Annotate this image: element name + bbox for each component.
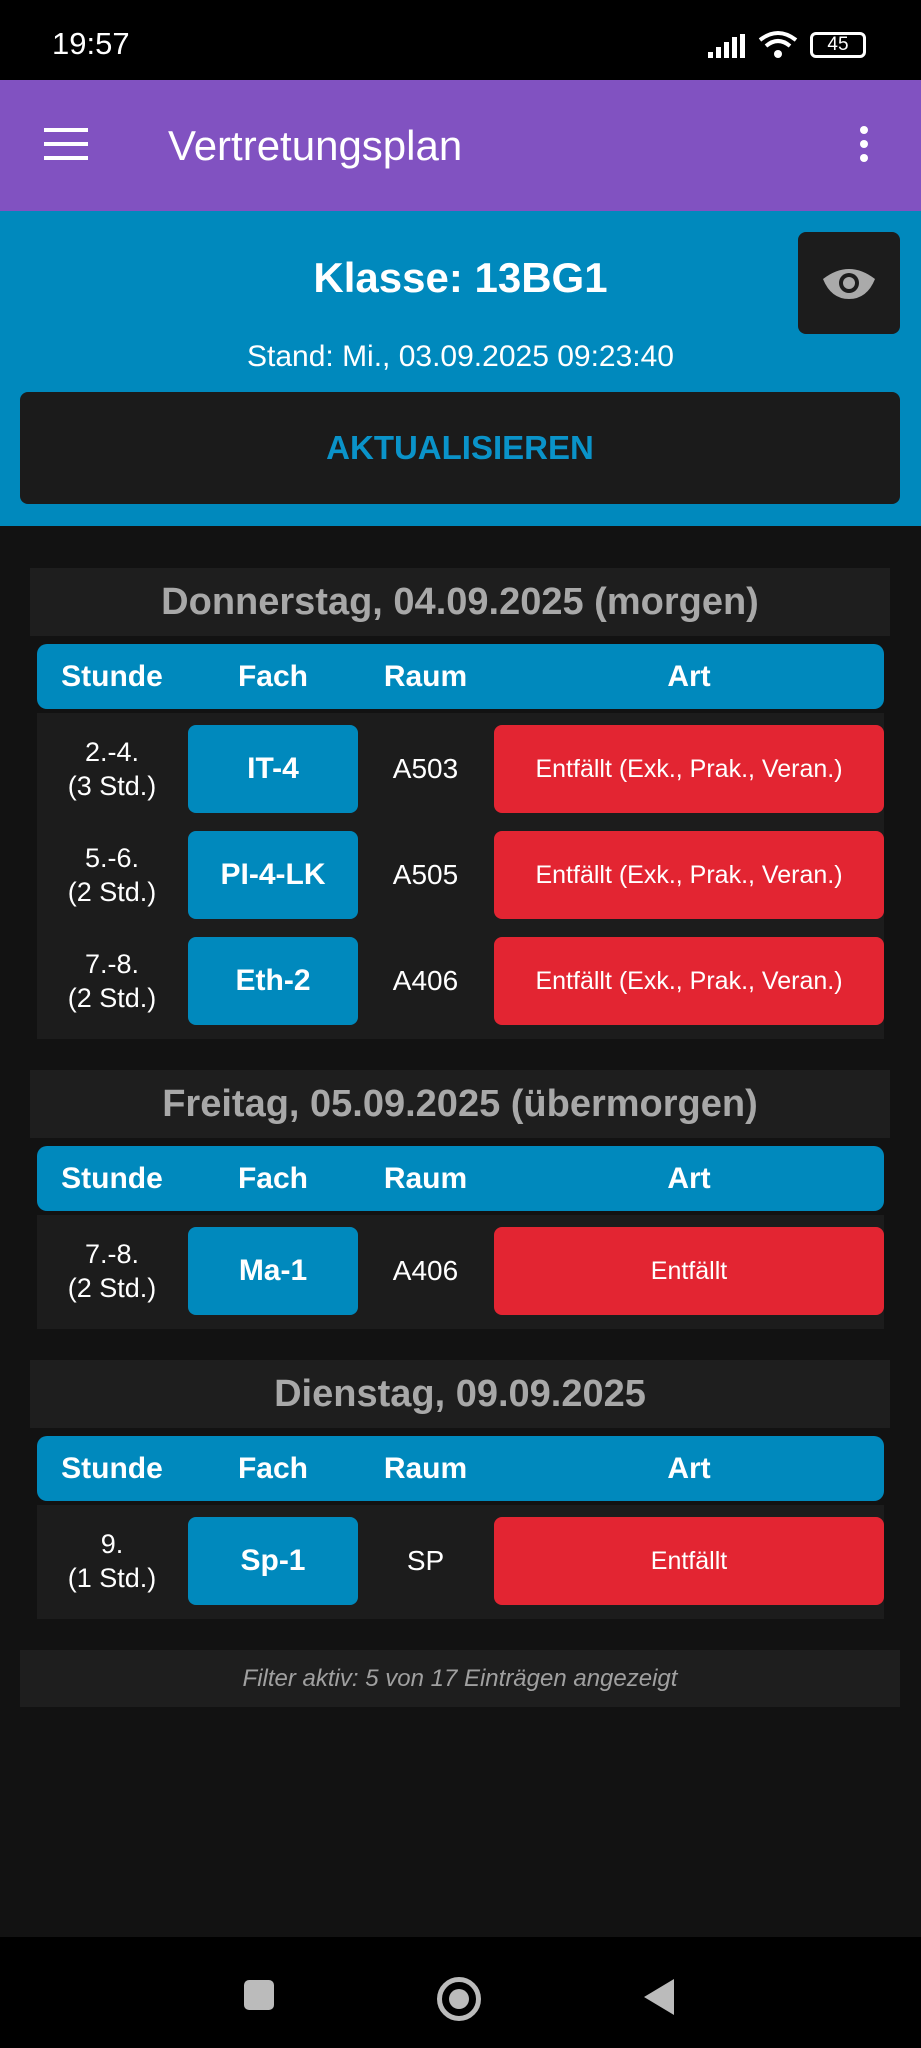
subject-badge: IT-4: [188, 725, 358, 813]
lesson-cell: 7.-8. (2 Std.): [37, 937, 187, 1025]
battery-icon: 45: [810, 32, 866, 58]
lesson-cell: 7.-8. (2 Std.): [37, 1227, 187, 1315]
type-badge: Entfällt (Exk., Prak., Veran.): [494, 937, 884, 1025]
column-stunde: Stunde: [61, 660, 163, 693]
back-icon[interactable]: [640, 1977, 676, 2017]
wifi-icon: [758, 31, 798, 58]
subject-badge: Sp-1: [188, 1517, 358, 1605]
table-row[interactable]: 9. (1 Std.) Sp-1 SP Entfällt: [37, 1517, 884, 1605]
column-art: Art: [667, 660, 711, 693]
home-icon[interactable]: [437, 1977, 481, 2021]
type-badge: Entfällt (Exk., Prak., Veran.): [494, 831, 884, 919]
recents-icon[interactable]: [244, 1980, 274, 2010]
lesson-period: 9.: [100, 1529, 124, 1559]
subject-badge: Ma-1: [188, 1227, 358, 1315]
page-title: Vertretungsplan: [168, 122, 463, 169]
table-header: Stunde Fach Raum Art: [37, 1146, 884, 1211]
filter-status: Filter aktiv: 5 von 17 Einträgen angezei…: [20, 1650, 900, 1707]
column-fach: Fach: [237, 660, 309, 693]
status-bar: 19:57 45: [0, 0, 921, 80]
column-art: Art: [667, 1162, 711, 1195]
visibility-toggle-button[interactable]: [798, 232, 900, 334]
lesson-duration: (2 Std.): [67, 983, 157, 1013]
day-header: Dienstag, 09.09.2025: [30, 1360, 890, 1428]
column-stunde: Stunde: [61, 1162, 163, 1195]
room: SP: [406, 1545, 445, 1576]
lesson-period: 2.-4.: [84, 737, 140, 767]
signal-icon: [708, 34, 745, 58]
entries: 7.-8. (2 Std.) Ma-1 A406 Entfällt: [37, 1215, 884, 1329]
day-header: Freitag, 05.09.2025 (übermorgen): [30, 1070, 890, 1138]
column-raum: Raum: [383, 660, 468, 693]
lesson-period: 7.-8.: [84, 949, 140, 979]
type-badge: Entfällt: [494, 1517, 884, 1605]
more-options-icon[interactable]: [860, 126, 868, 162]
class-title: Klasse: 13BG1: [313, 254, 608, 301]
lesson-duration: (1 Std.): [67, 1563, 157, 1593]
column-fach: Fach: [237, 1452, 309, 1485]
table-row[interactable]: 7.-8. (2 Std.) Ma-1 A406 Entfällt: [37, 1227, 884, 1315]
room: A505: [392, 859, 459, 890]
refresh-button[interactable]: AKTUALISIEREN: [20, 392, 900, 504]
entries: 9. (1 Std.) Sp-1 SP Entfällt: [37, 1505, 884, 1619]
room: A406: [392, 1255, 459, 1286]
table-row[interactable]: 5.-6. (2 Std.) PI-4-LK A505 Entfällt (Exk…: [37, 831, 884, 919]
subject-badge: Eth-2: [188, 937, 358, 1025]
lesson-duration: (2 Std.): [67, 877, 157, 907]
lesson-cell: 2.-4. (3 Std.): [37, 725, 187, 813]
lesson-duration: (3 Std.): [67, 771, 157, 801]
lesson-period: 5.-6.: [84, 843, 140, 873]
column-stunde: Stunde: [61, 1452, 163, 1485]
type-badge: Entfällt (Exk., Prak., Veran.): [494, 725, 884, 813]
eye-icon: [823, 269, 875, 299]
table-header: Stunde Fach Raum Art: [37, 644, 884, 709]
column-raum: Raum: [383, 1452, 468, 1485]
entries: 2.-4. (3 Std.) IT-4 A503 Entfällt (Exk., …: [37, 713, 884, 1039]
lesson-cell: 5.-6. (2 Std.): [37, 831, 187, 919]
menu-icon[interactable]: [44, 128, 88, 160]
table-row[interactable]: 2.-4. (3 Std.) IT-4 A503 Entfällt (Exk., …: [37, 725, 884, 813]
room: A503: [392, 753, 459, 784]
column-art: Art: [667, 1452, 711, 1485]
column-fach: Fach: [237, 1162, 309, 1195]
table-header: Stunde Fach Raum Art: [37, 1436, 884, 1501]
lesson-cell: 9. (1 Std.): [37, 1517, 187, 1605]
navigation-bar: [0, 1937, 921, 2048]
lesson-duration: (2 Std.): [67, 1273, 157, 1303]
table-row[interactable]: 7.-8. (2 Std.) Eth-2 A406 Entfällt (Exk.,…: [37, 937, 884, 1025]
column-raum: Raum: [383, 1162, 468, 1195]
lesson-period: 7.-8.: [84, 1239, 140, 1269]
room: A406: [392, 965, 459, 996]
clock: 19:57: [52, 26, 130, 61]
type-badge: Entfällt: [494, 1227, 884, 1315]
day-header: Donnerstag, 04.09.2025 (morgen): [30, 568, 890, 636]
subject-badge: PI-4-LK: [188, 831, 358, 919]
last-updated: Stand: Mi., 03.09.2025 09:23:40: [247, 340, 674, 373]
